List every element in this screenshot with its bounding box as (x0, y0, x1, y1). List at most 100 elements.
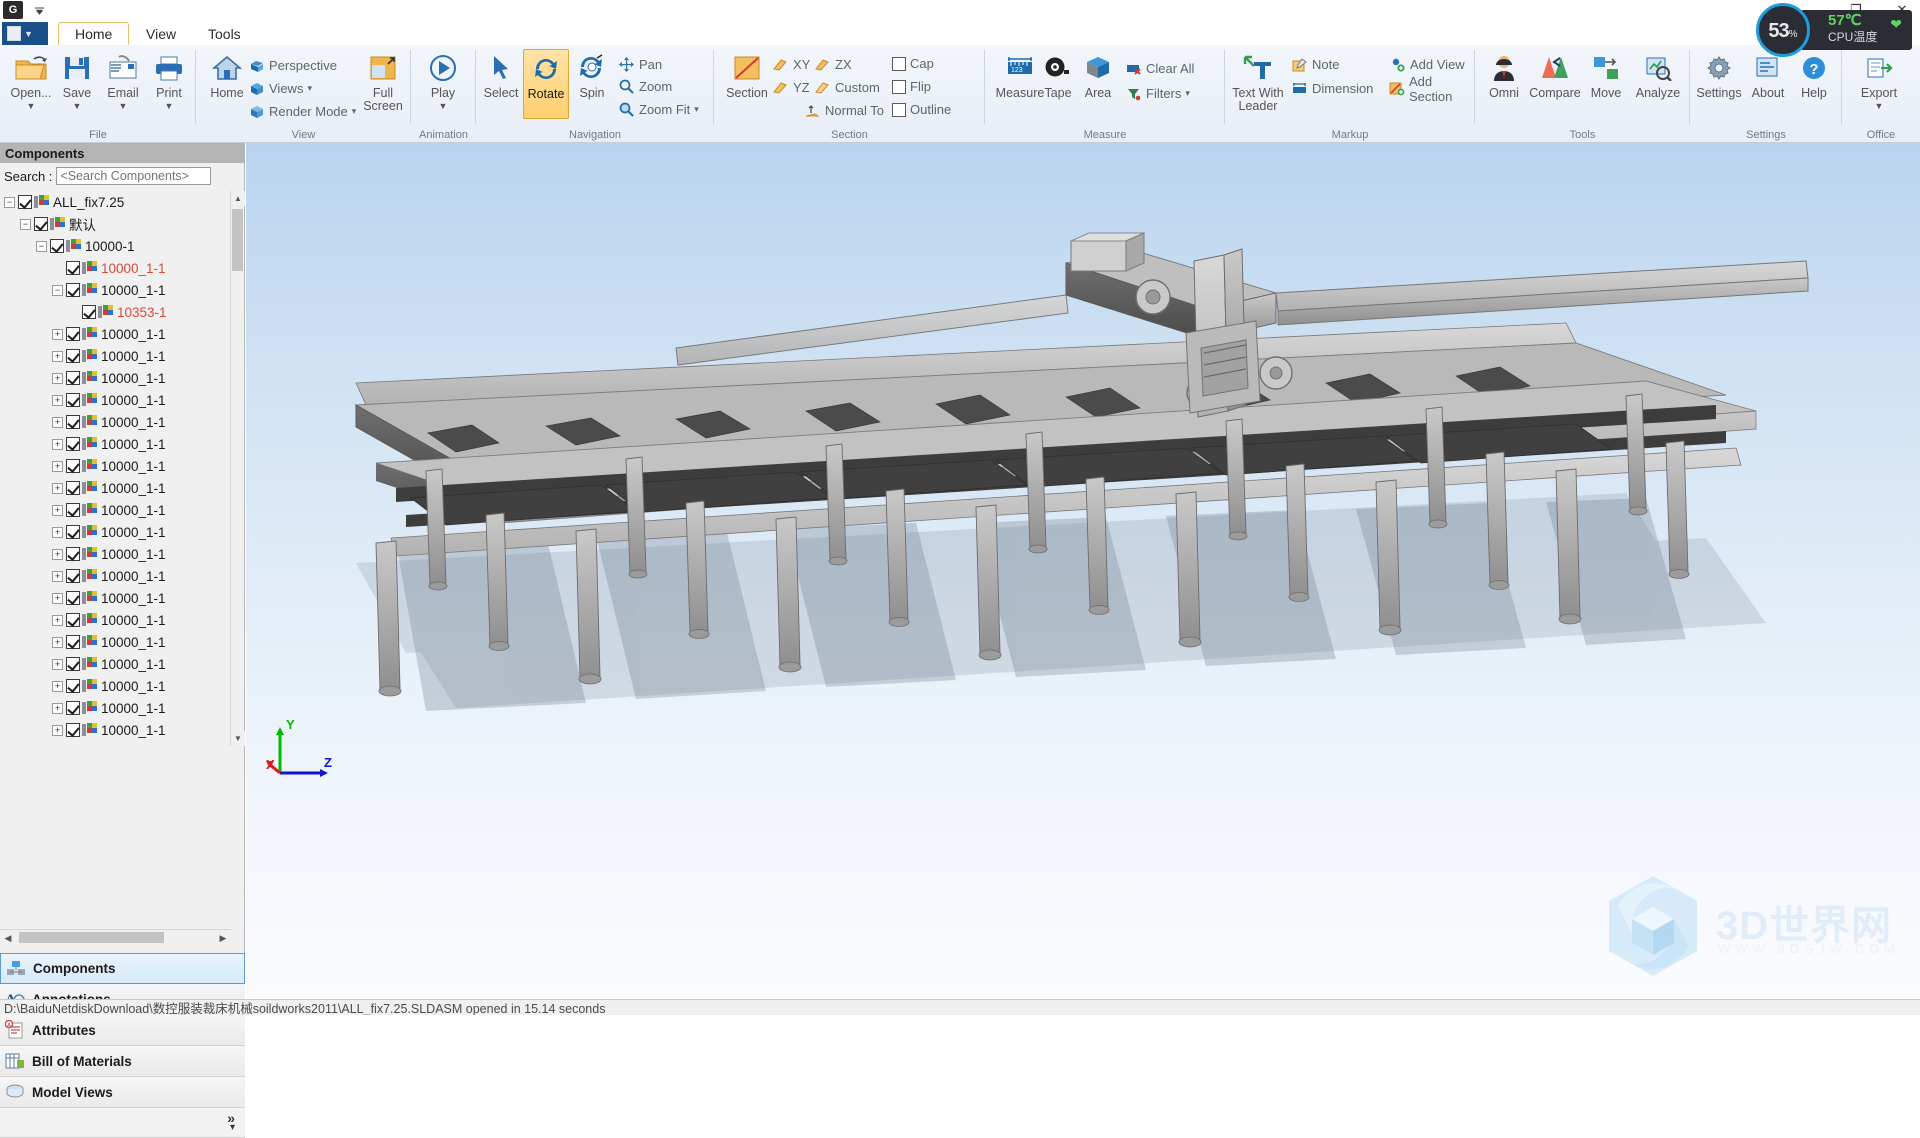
perspective-button[interactable]: Perspective (248, 55, 337, 76)
tree-node-checkbox[interactable] (66, 459, 80, 473)
area-button[interactable]: Area (1077, 49, 1119, 121)
tree-node-checkbox[interactable] (66, 481, 80, 495)
clear-all-button[interactable]: Clear All (1125, 58, 1194, 79)
analyze-button[interactable]: Analyze (1631, 49, 1685, 121)
component-tree[interactable]: − ALL_fix7.25 − 默认 − 10000-1 10000_1-1 − 10000_1… (0, 191, 231, 746)
text-with-leader-button[interactable]: Text With Leader (1230, 49, 1286, 121)
tree-node-checkbox[interactable] (66, 327, 80, 341)
expand-icon[interactable]: + (52, 482, 63, 494)
tree-node[interactable]: +10000_1-1 (0, 389, 231, 411)
tree-node-checkbox[interactable] (66, 437, 80, 451)
expand-icon[interactable]: + (52, 416, 63, 428)
scroll-down-arrow[interactable]: ▼ (231, 731, 245, 746)
rotate-tool-button[interactable]: Rotate (523, 49, 569, 119)
tree-node-checkbox[interactable] (66, 569, 80, 583)
expand-icon[interactable]: + (52, 724, 63, 736)
search-input[interactable] (56, 167, 212, 185)
collapse-icon[interactable]: − (20, 218, 31, 230)
expand-icon[interactable]: + (52, 570, 63, 582)
tree-node-checkbox[interactable] (66, 371, 80, 385)
tree-node-checkbox[interactable] (66, 283, 80, 297)
normal-to-button[interactable]: Normal To (804, 100, 884, 121)
home-view-button[interactable]: Home (200, 49, 254, 121)
tree-node-checkbox[interactable] (50, 239, 64, 253)
cap-checkbox[interactable] (892, 56, 906, 71)
spin-tool-button[interactable]: Spin (570, 49, 614, 121)
tree-node[interactable]: +10000_1-1 (0, 323, 231, 345)
tree-node[interactable]: +10000_1-1 (0, 345, 231, 367)
tree-node-checkbox[interactable] (34, 217, 48, 231)
tree-node-checkbox[interactable] (66, 635, 80, 649)
tree-node-checkbox[interactable] (66, 701, 80, 715)
tree-node-checkbox[interactable] (66, 349, 80, 363)
tree-node-checkbox[interactable] (66, 591, 80, 605)
chevron-down-icon[interactable]: ▼ (119, 101, 128, 111)
tree-node-checkbox[interactable] (66, 547, 80, 561)
chevron-down-icon[interactable]: ▼ (439, 101, 448, 111)
chevron-down-icon[interactable]: ▼ (165, 101, 174, 111)
zoom-fit-button[interactable]: Zoom Fit ▾ (618, 99, 699, 120)
chevron-down-icon[interactable]: ▼ (1875, 101, 1884, 111)
tree-node[interactable]: +10000_1-1 (0, 565, 231, 587)
chevron-down-icon[interactable]: ▼ (27, 101, 36, 111)
full-screen-button[interactable]: Full Screen (356, 49, 410, 121)
chevron-down-icon[interactable]: ▾ (307, 83, 312, 94)
tree-node-checkbox[interactable] (66, 723, 80, 737)
collapse-icon[interactable]: − (4, 196, 15, 208)
outline-checkbox-row[interactable]: Outline (892, 99, 951, 120)
tree-node[interactable]: − 默认 (0, 213, 231, 235)
hscroll-left-arrow[interactable]: ◀ (0, 930, 16, 946)
tree-node-checkbox[interactable] (18, 195, 32, 209)
expand-icon[interactable]: + (52, 702, 63, 714)
scroll-up-arrow[interactable]: ▲ (231, 191, 245, 206)
tree-node-checkbox[interactable] (66, 261, 80, 275)
tree-node[interactable]: − ALL_fix7.25 (0, 191, 231, 213)
omni-button[interactable]: Omni (1479, 49, 1529, 121)
maximize-button[interactable]: ❐ (1844, 0, 1868, 20)
expand-icon[interactable]: + (52, 680, 63, 692)
tree-node-checkbox[interactable] (66, 657, 80, 671)
expand-icon[interactable]: + (52, 526, 63, 538)
tree-node[interactable]: +10000_1-1 (0, 367, 231, 389)
pan-button[interactable]: Pan (618, 54, 662, 75)
tree-node-checkbox[interactable] (66, 613, 80, 627)
chevron-down-icon[interactable]: ▾ (694, 104, 699, 115)
chevron-down-icon[interactable]: ▾ (1185, 88, 1190, 99)
chevron-down-icon[interactable]: ▼ (73, 101, 82, 111)
expand-icon[interactable]: + (52, 658, 63, 670)
play-button[interactable]: Play ▼ (416, 49, 470, 121)
minimize-button[interactable]: — (1798, 0, 1822, 20)
tree-node-checkbox[interactable] (66, 503, 80, 517)
tree-vertical-scrollbar[interactable]: ▲ ▼ (230, 191, 245, 746)
expand-icon[interactable]: + (52, 328, 63, 340)
tree-node-checkbox[interactable] (66, 525, 80, 539)
hscroll-thumb[interactable] (19, 932, 164, 943)
expand-icon[interactable]: + (52, 438, 63, 450)
flip-checkbox-row[interactable]: Flip (892, 76, 931, 97)
tree-node[interactable]: +10000_1-1 (0, 587, 231, 609)
expand-icon[interactable]: + (52, 350, 63, 362)
tree-node[interactable]: +10000_1-1 (0, 631, 231, 653)
tree-horizontal-scrollbar[interactable]: ◀ ▶ (0, 929, 231, 945)
expand-icon[interactable]: + (52, 372, 63, 384)
expand-icon[interactable]: + (52, 548, 63, 560)
expand-icon[interactable]: + (52, 504, 63, 516)
views-button[interactable]: Views ▾ (248, 78, 312, 99)
tree-node[interactable]: +10000_1-1 (0, 477, 231, 499)
sidebar-item-attributes[interactable]: A Attributes (0, 1015, 245, 1046)
tab-view[interactable]: View (130, 22, 192, 45)
tree-node[interactable]: +10000_1-1 (0, 719, 231, 741)
tree-node[interactable]: 10000_1-1 (0, 257, 231, 279)
tree-node[interactable]: − 10000_1-1 (0, 279, 231, 301)
add-section-button[interactable]: Add Section (1389, 74, 1475, 104)
tree-node[interactable]: +10000_1-1 (0, 521, 231, 543)
add-view-button[interactable]: Add View (1389, 54, 1465, 75)
3d-viewport[interactable]: Y Z X 3D世界网 WWW.3DSJW.COM (246, 143, 1920, 1005)
tree-node-checkbox[interactable] (82, 305, 96, 319)
sidebar-item-bill-of-materials[interactable]: Bill of Materials (0, 1046, 245, 1077)
tree-node-checkbox[interactable] (66, 679, 80, 693)
tree-node[interactable]: +10000_1-1 (0, 697, 231, 719)
close-button[interactable]: ✕ (1890, 0, 1914, 20)
outline-checkbox[interactable] (892, 102, 906, 117)
quick-access-dropdown-icon[interactable] (32, 3, 46, 17)
